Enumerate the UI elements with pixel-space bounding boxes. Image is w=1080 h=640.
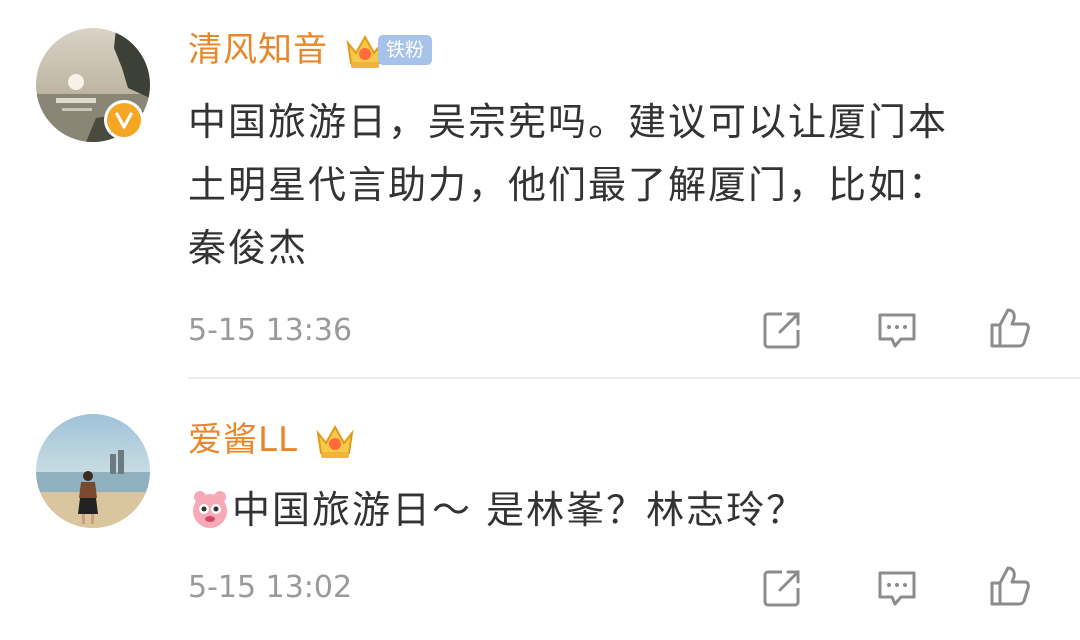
divider [188,377,1080,379]
comment-icon[interactable] [875,308,919,352]
comment-text: 中国旅游日，吴宗宪吗。建议可以让厦门本 土明星代言助力，他们最了解厦门，比如： … [188,91,1048,280]
share-icon[interactable] [760,566,804,610]
like-icon[interactable] [988,564,1032,608]
username[interactable]: 爱酱LL [188,416,298,464]
comment-line: 中国旅游日～ 是林峯？林志玲？ [232,488,807,532]
username-row: 爱酱LL [188,416,358,464]
comment-item: 清风知音 铁粉 中国旅游日，吴宗宪吗。建议可以让厦门本 土明星代言助力，他们最了… [0,0,1080,380]
timestamp: 5-15 13:02 [188,570,353,605]
timestamp: 5-15 13:36 [188,313,353,348]
comment-text: 中国旅游日～ 是林峯？林志玲？ [188,479,1048,542]
like-icon[interactable] [988,306,1032,350]
username[interactable]: 清风知音 [188,26,328,74]
comment-line: 土明星代言助力，他们最了解厦门，比如： [188,163,949,207]
comment-icon[interactable] [875,566,919,610]
vip-crown-icon [316,424,354,458]
share-icon[interactable] [760,308,804,352]
username-row: 清风知音 铁粉 [188,26,433,74]
verified-v-icon [104,100,144,140]
comment-line: 中国旅游日，吴宗宪吗。建议可以让厦门本 [188,100,949,144]
pink-face-emoji-icon [193,491,227,528]
fan-badge: 铁粉 [378,35,433,65]
comment-item: 爱酱LL 中国旅游日～ 是林峯？林志玲？ 5-15 13:02 [0,380,1080,640]
beach-girl-avatar[interactable] [36,414,150,528]
comment-line: 秦俊杰 [188,226,309,270]
